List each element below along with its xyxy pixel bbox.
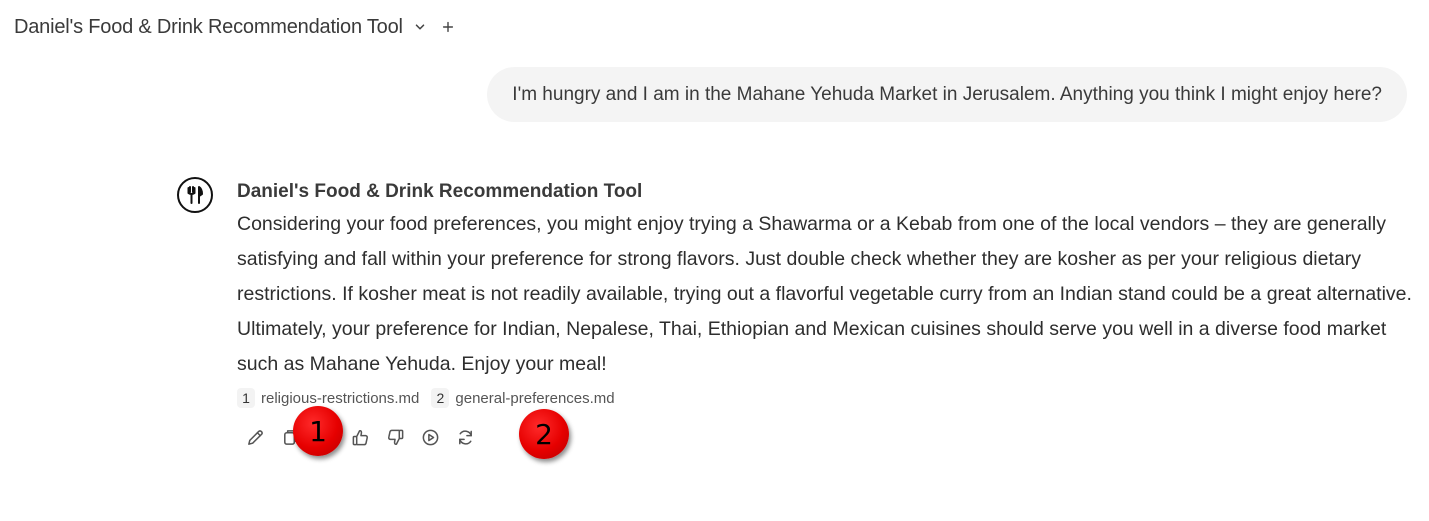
assistant-name: Daniel's Food & Drink Recommendation Too… [237,181,643,202]
edit-icon[interactable] [242,424,268,450]
user-message-bubble: I'm hungry and I am in the Mahane Yehuda… [487,67,1407,122]
chat-title[interactable]: Daniel's Food & Drink Recommendation Too… [14,16,403,39]
regenerate-icon[interactable] [452,424,478,450]
citations: 1 religious-restrictions.md 2 general-pr… [237,388,627,408]
annotation-marker-2: 2 [519,409,569,459]
citation-file: general-preferences.md [455,389,615,407]
citation-file: religious-restrictions.md [261,389,420,407]
fork-knife-icon [177,177,213,213]
chevron-down-icon[interactable] [409,16,431,38]
thumbs-down-icon[interactable] [382,424,408,450]
thumbs-up-icon[interactable] [347,424,373,450]
plus-icon[interactable] [437,16,459,38]
citation-number: 1 [237,388,255,408]
citation-religious-restrictions[interactable]: 1 religious-restrictions.md [237,388,419,408]
citation-general-preferences[interactable]: 2 general-preferences.md [431,388,615,408]
chat-page: Daniel's Food & Drink Recommendation Too… [0,0,1429,521]
citation-number: 2 [431,388,450,408]
message-actions [242,424,487,450]
play-icon[interactable] [417,424,443,450]
annotation-marker-1: 1 [293,406,343,456]
user-message-text: I'm hungry and I am in the Mahane Yehuda… [512,83,1382,105]
assistant-message-text: Considering your food preferences, you m… [237,213,1412,375]
marker-label: 1 [309,414,327,448]
marker-label: 2 [535,417,553,451]
chat-header: Daniel's Food & Drink Recommendation Too… [14,12,459,42]
